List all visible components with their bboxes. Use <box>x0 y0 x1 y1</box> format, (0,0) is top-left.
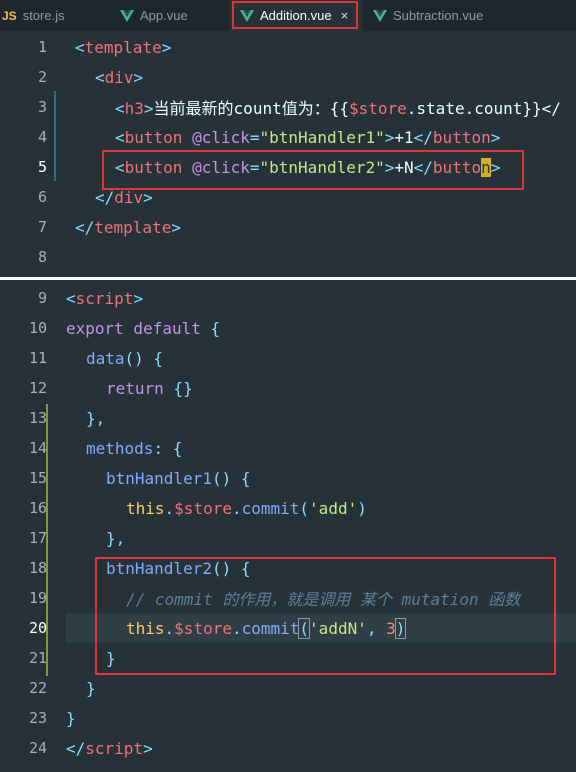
line-number: 2 <box>37 68 47 86</box>
line-number: 14 <box>28 439 47 457</box>
vue-icon <box>240 9 254 22</box>
line-number: 6 <box>37 188 47 206</box>
line-number: 1 <box>37 38 47 56</box>
line-number: 9 <box>37 289 47 307</box>
code-line: 8 <box>0 242 576 272</box>
line-number: 23 <box>28 709 47 727</box>
tab-label: Subtraction.vue <box>393 8 484 23</box>
code-line: 7 </template> <box>0 212 576 242</box>
line-number: 4 <box>37 128 47 146</box>
tab-label: Addition.vue <box>260 8 332 23</box>
line-number: 21 <box>28 649 47 667</box>
line-number: 19 <box>28 589 47 607</box>
template-code-pane[interactable]: 1 <template> 2 <div> 3 <h3>当前最新的count值为：… <box>0 31 576 277</box>
tab-subtraction-vue[interactable]: Subtraction.vue <box>363 0 513 31</box>
vue-icon <box>373 9 387 22</box>
text-cursor: n <box>481 157 491 177</box>
script-code-pane[interactable]: 9 <script> 10 export default { 11 data() { … <box>0 280 576 772</box>
tab-store-js[interactable]: JS store.js <box>0 0 112 31</box>
tab-addition-vue[interactable]: Addition.vue × <box>230 0 363 31</box>
vue-icon <box>120 9 134 22</box>
code-line: 2 <div> <box>0 62 576 92</box>
line-number: 5 <box>37 158 47 176</box>
tab-label: App.vue <box>140 8 188 23</box>
code-line: 6 </div> <box>0 182 576 212</box>
line-number: 8 <box>37 248 47 266</box>
line-number: 22 <box>28 679 47 697</box>
code-line: 5 <button @click="btnHandler2">+N</butto… <box>0 152 576 182</box>
code-line: 4 <button @click="btnHandler1">+1</butto… <box>0 122 576 152</box>
line-number: 11 <box>28 349 47 367</box>
line-number: 24 <box>28 739 47 757</box>
line-number: 7 <box>37 218 47 236</box>
code-line: 1 <template> <box>0 32 576 62</box>
tab-label: store.js <box>22 8 65 23</box>
line-number: 17 <box>28 529 47 547</box>
line-number: 13 <box>28 409 47 427</box>
close-icon[interactable]: × <box>341 8 349 23</box>
line-number: 18 <box>28 559 47 577</box>
line-number: 3 <box>37 98 47 116</box>
editor-tab-bar: JS store.js App.vue Addition.vue × Subtr… <box>0 0 576 31</box>
line-number: 15 <box>28 469 47 487</box>
line-number: 12 <box>28 379 47 397</box>
code-line: 3 <h3>当前最新的count值为：{{$store.state.count}… <box>0 92 576 122</box>
tab-app-vue[interactable]: App.vue <box>112 0 230 31</box>
line-number: 10 <box>28 319 47 337</box>
js-file-icon: JS <box>2 8 17 23</box>
line-number: 20 <box>28 619 47 637</box>
line-number: 16 <box>28 499 47 517</box>
